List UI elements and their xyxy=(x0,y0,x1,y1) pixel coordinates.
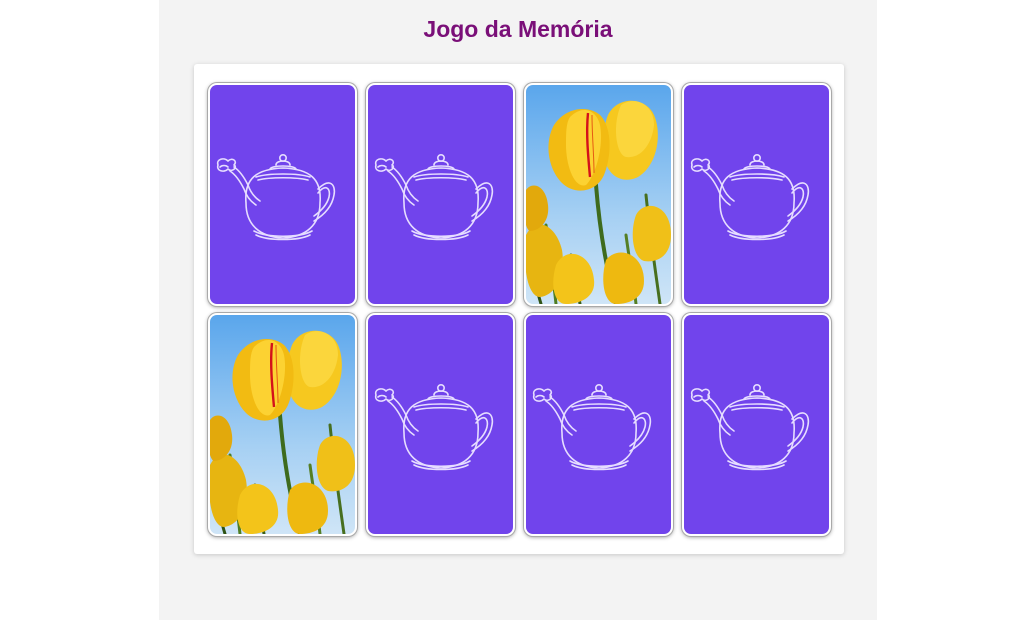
memory-card[interactable] xyxy=(524,83,673,306)
card-back xyxy=(684,85,829,304)
teapot-icon xyxy=(526,315,671,534)
memory-card[interactable] xyxy=(682,313,831,536)
memory-card[interactable] xyxy=(366,83,515,306)
memory-card[interactable] xyxy=(366,313,515,536)
yellow-tulips-image xyxy=(526,85,671,304)
memory-card[interactable] xyxy=(208,313,357,536)
memory-card[interactable] xyxy=(208,83,357,306)
card-back xyxy=(210,85,355,304)
card-back xyxy=(368,85,513,304)
teapot-icon xyxy=(368,85,513,304)
memory-card[interactable] xyxy=(524,313,673,536)
memory-card[interactable] xyxy=(682,83,831,306)
card-back xyxy=(684,315,829,534)
teapot-icon xyxy=(368,315,513,534)
teapot-icon xyxy=(684,315,829,534)
card-grid xyxy=(208,83,831,536)
card-back xyxy=(368,315,513,534)
card-back xyxy=(526,315,671,534)
yellow-tulips-image xyxy=(210,315,355,534)
page-title: Jogo da Memória xyxy=(423,16,613,42)
teapot-icon xyxy=(210,85,355,304)
card-front xyxy=(526,85,671,304)
teapot-icon xyxy=(684,85,829,304)
page-container: Jogo da Memória xyxy=(159,0,877,620)
card-front xyxy=(210,315,355,534)
game-board xyxy=(194,64,844,554)
